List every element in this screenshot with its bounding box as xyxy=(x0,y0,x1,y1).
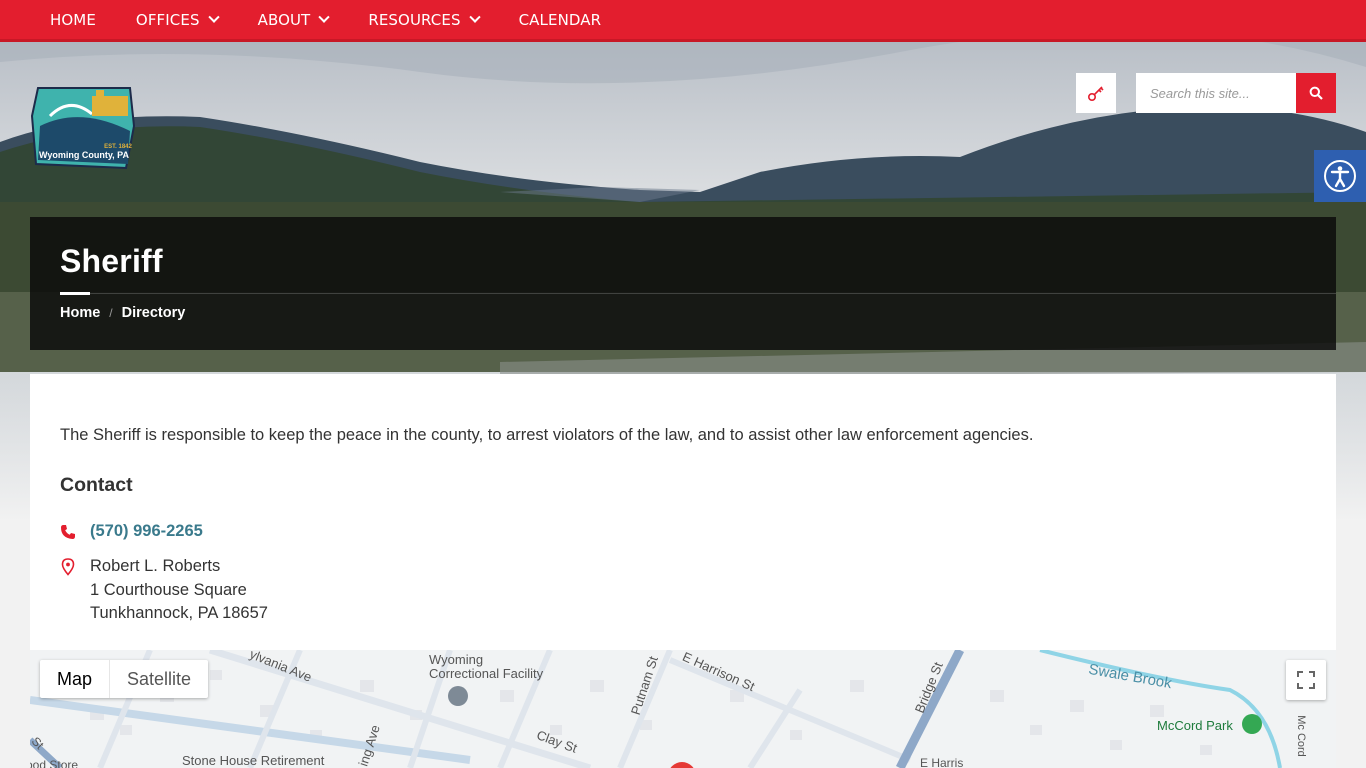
breadcrumb-home[interactable]: Home xyxy=(60,305,100,321)
logo-text: Wyoming County, PA xyxy=(39,150,129,160)
nav-home-label: HOME xyxy=(50,10,96,29)
nav-offices[interactable]: OFFICES xyxy=(135,10,220,29)
title-underline xyxy=(60,292,90,295)
address-city: Tunkhannock, PA 18657 xyxy=(90,604,268,622)
nav-about-label: ABOUT xyxy=(257,10,311,29)
login-key-button[interactable] xyxy=(1076,73,1116,113)
contact-heading: Contact xyxy=(60,474,133,496)
nav-about[interactable]: ABOUT xyxy=(257,10,330,29)
phone-icon xyxy=(61,524,75,539)
map-tiles xyxy=(30,650,1282,768)
title-divider xyxy=(60,293,1336,294)
nav-calendar-label: CALENDAR xyxy=(518,10,602,29)
map-label-mccord-rd: Mc Cord xyxy=(1294,715,1307,757)
main-content: The Sheriff is responsible to keep the p… xyxy=(30,374,1336,650)
search-input[interactable] xyxy=(1136,73,1296,113)
office-description: The Sheriff is responsible to keep the p… xyxy=(60,426,1034,444)
accessibility-icon xyxy=(1324,160,1356,192)
location-map[interactable]: Map Satellite ylvania Ave Wyoming Correc… xyxy=(30,650,1336,768)
map-label-e-harrison-2: E Harris xyxy=(920,756,964,768)
nav-calendar[interactable]: CALENDAR xyxy=(519,11,602,29)
fullscreen-icon xyxy=(1297,671,1315,689)
breadcrumb: Home / Directory xyxy=(60,305,185,321)
address-name: Robert L. Roberts xyxy=(90,557,221,575)
nav-resources[interactable]: RESOURCES xyxy=(368,10,481,29)
page-title: Sheriff xyxy=(60,243,163,279)
map-label-store: ood Store xyxy=(30,758,79,768)
county-logo[interactable]: Wyoming County, PA EST. 1842 xyxy=(30,86,138,172)
map-type-satellite[interactable]: Satellite xyxy=(109,660,208,698)
nav-resources-label: RESOURCES xyxy=(368,10,461,29)
map-pin-icon xyxy=(61,558,75,576)
logo-year: EST. 1842 xyxy=(104,144,132,150)
search-button[interactable] xyxy=(1296,73,1336,113)
breadcrumb-separator: / xyxy=(109,306,113,320)
chevron-down-icon xyxy=(468,11,481,23)
search-icon xyxy=(1309,86,1323,100)
map-type-map[interactable]: Map xyxy=(40,660,109,698)
chevron-down-icon xyxy=(207,11,220,23)
fullscreen-button[interactable] xyxy=(1286,660,1326,700)
page-header: Sheriff Home / Directory xyxy=(30,217,1336,350)
address-lines: Robert L. Roberts 1 Courthouse Square Tu… xyxy=(90,555,268,626)
contact-phone: (570) 996-2265 xyxy=(60,522,203,541)
nav-offices-label: OFFICES xyxy=(135,10,200,29)
map-label-mccord-park: McCord Park xyxy=(1157,718,1233,733)
map-label-wyoming: Wyoming xyxy=(429,652,484,667)
chevron-down-icon xyxy=(318,11,330,23)
map-type-toggle: Map Satellite xyxy=(40,660,209,698)
breadcrumb-directory[interactable]: Directory xyxy=(122,305,186,321)
phone-link[interactable]: (570) 996-2265 xyxy=(90,522,203,541)
map-label-stone-house: Stone House Retirement xyxy=(182,753,325,768)
accessibility-button[interactable] xyxy=(1314,150,1366,202)
contact-address: Robert L. Roberts 1 Courthouse Square Tu… xyxy=(60,555,268,626)
address-street: 1 Courthouse Square xyxy=(90,580,247,599)
map-label-correctional: Correctional Facility xyxy=(429,666,544,681)
main-nav: HOME OFFICES ABOUT RESOURCES CALENDAR xyxy=(0,0,1366,42)
nav-home[interactable]: HOME xyxy=(50,11,96,29)
key-icon xyxy=(1087,86,1104,102)
